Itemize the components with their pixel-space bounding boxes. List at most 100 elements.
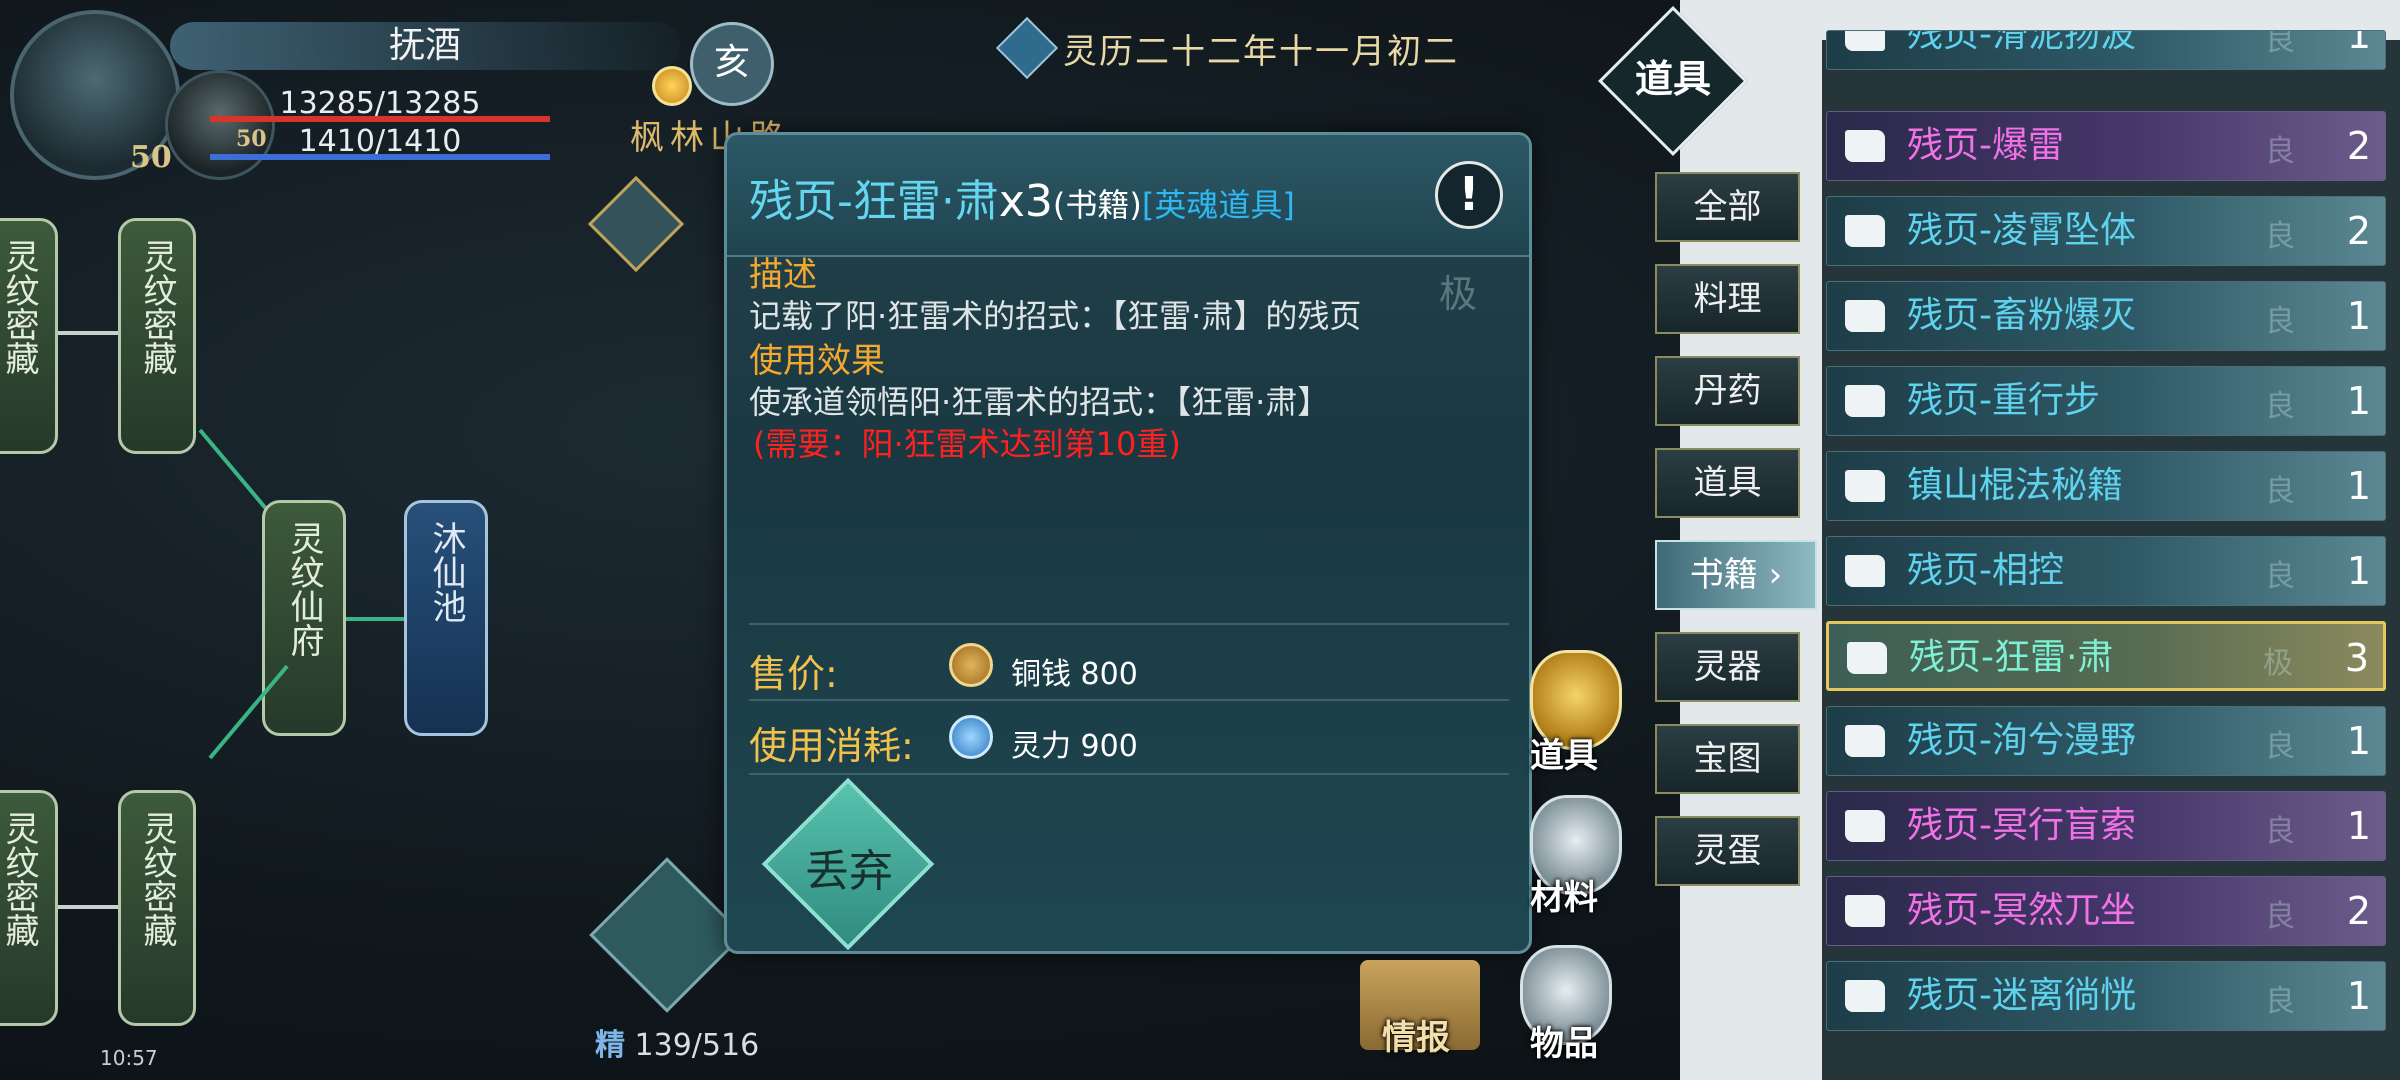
grade-mark: 良 bbox=[2265, 474, 2295, 509]
category-spirit-egg[interactable]: 灵蛋 bbox=[1655, 816, 1800, 886]
grade-watermark: 极 bbox=[1439, 272, 1478, 316]
grade-mark: 良 bbox=[2265, 984, 2295, 1019]
effect-text: 使承道领悟阳·狂雷术的招式：【狂雷·肃】 bbox=[749, 383, 1330, 421]
mp-fill bbox=[210, 154, 550, 160]
book-icon bbox=[1845, 895, 1885, 927]
item-count: 2 bbox=[2346, 889, 2371, 933]
item-name: 残页-狂雷·肃 bbox=[1909, 637, 2114, 678]
item-name: 残页-狂雷·肃 bbox=[749, 176, 999, 227]
grade-mark: 良 bbox=[2265, 30, 2295, 58]
book-icon bbox=[1847, 642, 1887, 674]
item-count: 2 bbox=[2346, 124, 2371, 168]
stamina-readout: 精 139/516 bbox=[595, 1020, 759, 1064]
node-label: 灵纹仙府 bbox=[284, 521, 324, 657]
map-link bbox=[58, 331, 118, 335]
calendar-date: 灵历二十二年十一月初二 bbox=[995, 16, 1459, 80]
description-text: 记载了阳·狂雷术的招式：【狂雷·肃】的残页 bbox=[749, 297, 1362, 335]
node-label: 沐仙池 bbox=[426, 521, 466, 623]
inventory-row[interactable]: 镇山棍法秘籍 良 1 bbox=[1826, 451, 2386, 521]
book-icon bbox=[1845, 980, 1885, 1012]
cost-label: 使用消耗: bbox=[749, 724, 914, 768]
category-all[interactable]: 全部 bbox=[1655, 172, 1800, 242]
discard-label: 丢弃 bbox=[805, 846, 893, 897]
inventory-row[interactable]: 残页-滑泥扬波 良 1 bbox=[1826, 30, 2386, 70]
magnifier-icon[interactable] bbox=[587, 175, 685, 273]
inventory-row[interactable]: 残页-重行步 良 1 bbox=[1826, 366, 2386, 436]
grade-mark: 良 bbox=[2265, 899, 2295, 934]
inventory-row[interactable]: 残页-爆雷 良 2 bbox=[1826, 111, 2386, 181]
item-name: 残页-冥行盲索 bbox=[1907, 805, 2136, 846]
map-node-left-bottom[interactable]: 灵纹密藏 bbox=[0, 790, 58, 1026]
book-icon bbox=[1845, 215, 1885, 247]
node-label: 灵纹密藏 bbox=[137, 239, 177, 375]
item-count: 1 bbox=[2346, 464, 2371, 508]
book-icon bbox=[1845, 470, 1885, 502]
grade-mark: 良 bbox=[2265, 559, 2295, 594]
item-count: 1 bbox=[2346, 294, 2371, 338]
category-book[interactable]: 书籍 › bbox=[1655, 540, 1817, 610]
grade-mark: 良 bbox=[2265, 729, 2295, 764]
map-link-active bbox=[346, 617, 404, 621]
map-node-spirit-mansion[interactable]: 灵纹仙府 bbox=[262, 500, 346, 736]
inventory-row[interactable]: 残页-冥然兀坐 良 2 bbox=[1826, 876, 2386, 946]
player-name: 抚酒 bbox=[170, 22, 680, 70]
category-treasure-map[interactable]: 宝图 bbox=[1655, 724, 1800, 794]
book-icon bbox=[1845, 300, 1885, 332]
inventory-row[interactable]: 残页-狂雷·肃 极 3 bbox=[1826, 621, 2386, 691]
category-item[interactable]: 道具 bbox=[1655, 448, 1800, 518]
hp-bar: 13285/13285 bbox=[210, 86, 550, 122]
price-value: 铜钱 800 bbox=[1011, 657, 1138, 692]
item-name: 残页-凌霄坠体 bbox=[1907, 210, 2136, 251]
node-label: 灵纹密藏 bbox=[0, 239, 39, 375]
map-node-secret-2[interactable]: 灵纹密藏 bbox=[118, 790, 196, 1026]
player-panel: 50 50 抚酒 13285/13285 1410/1410 亥 bbox=[0, 0, 774, 190]
item-detail-popup: 残页-狂雷·肃x3(书籍)[英魂道具] ! 极 描述 记载了阳·狂雷术的招式：【… bbox=[724, 132, 1532, 954]
zodiac-badge[interactable]: 亥 bbox=[690, 22, 774, 106]
item-tag: [英魂道具] bbox=[1141, 186, 1295, 224]
item-name: 残页-爆雷 bbox=[1907, 125, 2064, 166]
player-level: 50 bbox=[130, 140, 172, 175]
info-icon[interactable]: ! bbox=[1435, 161, 1503, 229]
item-count: 2 bbox=[2346, 209, 2371, 253]
material-bag-label: 材料 bbox=[1530, 878, 1598, 918]
map-node-secret-1[interactable]: 灵纹密藏 bbox=[118, 218, 196, 454]
book-icon bbox=[1845, 385, 1885, 417]
map-node-immortal-pool[interactable]: 沐仙池 bbox=[404, 500, 488, 736]
item-name: 残页-冥然兀坐 bbox=[1907, 890, 2136, 931]
item-name: 残页-迷离徜恍 bbox=[1907, 975, 2136, 1016]
grade-mark: 良 bbox=[2265, 389, 2295, 424]
date-text: 灵历二十二年十一月初二 bbox=[1063, 31, 1459, 72]
map-node-left-top[interactable]: 灵纹密藏 bbox=[0, 218, 58, 454]
grade-mark: 良 bbox=[2265, 304, 2295, 339]
item-name: 残页-重行步 bbox=[1907, 380, 2100, 421]
item-count: 1 bbox=[2346, 379, 2371, 423]
inventory-row[interactable]: 残页-畜粉爆灭 良 1 bbox=[1826, 281, 2386, 351]
inventory-row[interactable]: 残页-迷离徜恍 良 1 bbox=[1826, 961, 2386, 1031]
requirement-text: (需要：阳·狂雷术达到第10重) bbox=[753, 425, 1181, 463]
inventory-row[interactable]: 残页-冥行盲索 良 1 bbox=[1826, 791, 2386, 861]
fox-avatar-icon[interactable] bbox=[589, 857, 745, 1013]
book-icon bbox=[1845, 31, 1885, 51]
inventory-row[interactable]: 残页-相控 良 1 bbox=[1826, 536, 2386, 606]
spirit-power-icon bbox=[949, 715, 993, 759]
book-icon bbox=[1845, 130, 1885, 162]
inventory-title: 道具 bbox=[1634, 57, 1711, 101]
item-count: 1 bbox=[2346, 30, 2371, 57]
category-artifact[interactable]: 灵器 bbox=[1655, 632, 1800, 702]
clock: 10:57 bbox=[100, 1046, 158, 1070]
map-link bbox=[58, 905, 118, 909]
category-pill[interactable]: 丹药 bbox=[1655, 356, 1800, 426]
item-count: 1 bbox=[2346, 549, 2371, 593]
winter-season-icon bbox=[995, 16, 1059, 80]
book-icon bbox=[1845, 555, 1885, 587]
divider bbox=[749, 773, 1509, 775]
item-count: 1 bbox=[2346, 719, 2371, 763]
category-cuisine[interactable]: 料理 bbox=[1655, 264, 1800, 334]
cost-value: 灵力 900 bbox=[1011, 729, 1138, 764]
item-count: 1 bbox=[2346, 974, 2371, 1018]
inventory-row[interactable]: 残页-洵兮漫野 良 1 bbox=[1826, 706, 2386, 776]
inventory-row[interactable]: 残页-凌霄坠体 良 2 bbox=[1826, 196, 2386, 266]
intel-label: 情报 bbox=[1382, 1018, 1450, 1058]
item-bag-label: 道具 bbox=[1530, 736, 1598, 776]
item-quantity: x3 bbox=[998, 176, 1053, 227]
